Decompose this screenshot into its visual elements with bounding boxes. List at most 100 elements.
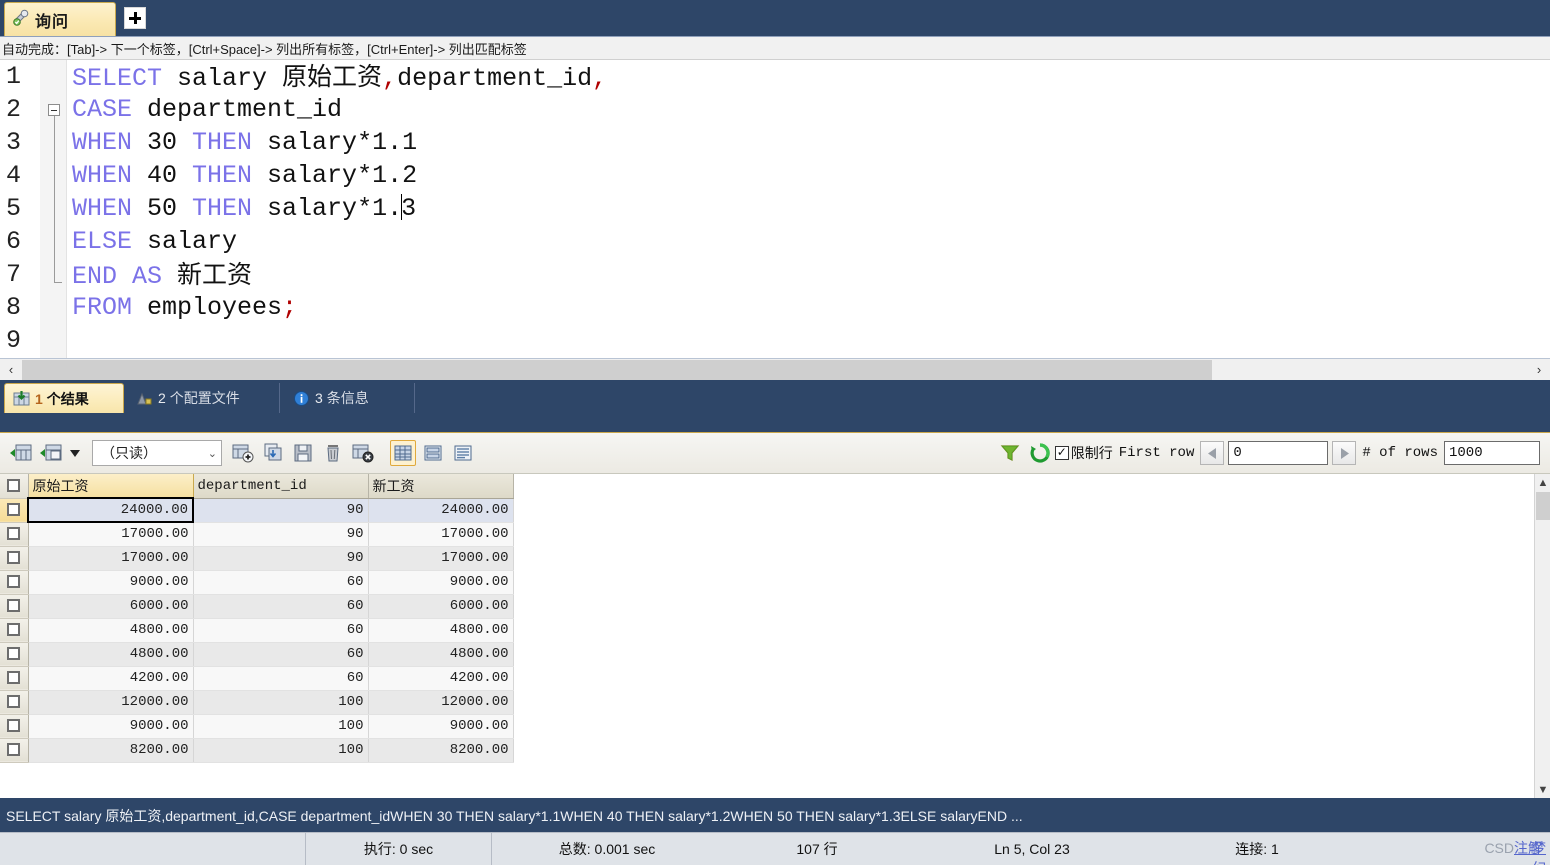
table-row[interactable]: 24000.00 90 24000.00 [0, 497, 514, 523]
table-cell[interactable]: 90 [193, 498, 369, 523]
row-checkbox[interactable] [7, 526, 21, 540]
table-cell[interactable]: 4800.00 [368, 618, 514, 643]
code-line[interactable]: CASE department_id [66, 93, 1550, 126]
grid-view-icon[interactable] [390, 440, 416, 466]
tab-query[interactable]: 询问 [4, 2, 116, 36]
code-line[interactable]: END AS 新工资 [66, 258, 1550, 291]
hscroll-thumb[interactable] [22, 359, 1212, 380]
code-line[interactable]: WHEN 30 THEN salary*1.1 [66, 126, 1550, 159]
table-cell[interactable]: 17000.00 [368, 522, 514, 547]
num-rows-input[interactable]: 1000 [1444, 441, 1540, 465]
table-cell[interactable]: 12000.00 [368, 690, 514, 715]
table-row[interactable]: 4800.00 60 4800.00 [0, 642, 514, 667]
table-cell[interactable]: 4800.00 [28, 642, 194, 667]
table-cell[interactable]: 90 [193, 522, 369, 547]
delete-row-icon[interactable] [320, 440, 346, 466]
save-changes-icon[interactable] [290, 440, 316, 466]
table-cell[interactable]: 60 [193, 618, 369, 643]
scroll-down-icon[interactable]: ▼ [1535, 781, 1550, 798]
next-page-button[interactable] [1332, 441, 1357, 465]
scroll-left-icon[interactable]: ‹ [0, 360, 22, 380]
table-cell[interactable]: 24000.00 [368, 498, 514, 523]
sql-editor[interactable]: 123456789 SELECT salary 原始工资,department_… [0, 60, 1550, 358]
row-checkbox[interactable] [7, 646, 21, 660]
code-folding-column[interactable] [40, 60, 67, 358]
code-line[interactable]: ELSE salary [66, 225, 1550, 258]
table-cell[interactable]: 9000.00 [368, 714, 514, 739]
scroll-up-icon[interactable]: ▲ [1535, 474, 1550, 491]
table-cell[interactable]: 60 [193, 666, 369, 691]
table-cell[interactable]: 6000.00 [28, 594, 194, 619]
export-dropdown-arrow[interactable] [68, 440, 82, 466]
row-select-cell[interactable] [0, 594, 29, 619]
row-select-cell[interactable] [0, 570, 29, 595]
row-select-cell[interactable] [0, 642, 29, 667]
table-row[interactable]: 12000.00 100 12000.00 [0, 690, 514, 715]
row-select-cell[interactable] [0, 546, 29, 571]
hscroll-track[interactable] [22, 359, 1528, 380]
table-cell[interactable]: 60 [193, 594, 369, 619]
table-cell[interactable]: 8200.00 [28, 738, 194, 763]
form-view-icon[interactable] [420, 440, 446, 466]
table-cell[interactable]: 4800.00 [368, 642, 514, 667]
vscroll-thumb[interactable] [1536, 492, 1550, 520]
table-cell[interactable]: 9000.00 [28, 714, 194, 739]
select-all-header[interactable] [0, 474, 29, 499]
table-row[interactable]: 9000.00 100 9000.00 [0, 714, 514, 739]
scroll-right-icon[interactable]: › [1528, 360, 1550, 380]
table-row[interactable]: 4800.00 60 4800.00 [0, 618, 514, 643]
row-checkbox[interactable] [7, 670, 21, 684]
row-select-cell[interactable] [0, 738, 29, 763]
copy-row-icon[interactable] [260, 440, 286, 466]
table-cell[interactable]: 60 [193, 570, 369, 595]
table-cell[interactable]: 17000.00 [368, 546, 514, 571]
row-checkbox[interactable] [7, 598, 21, 612]
grid-mode-select[interactable]: （只读） ⌄ [92, 440, 222, 466]
add-row-icon[interactable] [230, 440, 256, 466]
table-cell[interactable]: 12000.00 [28, 690, 194, 715]
refresh-icon[interactable] [1027, 440, 1053, 466]
table-row[interactable]: 8200.00 100 8200.00 [0, 738, 514, 763]
table-cell[interactable]: 6000.00 [368, 594, 514, 619]
code-line[interactable]: WHEN 40 THEN salary*1.2 [66, 159, 1550, 192]
editor-horizontal-scrollbar[interactable]: ‹ › [0, 358, 1550, 380]
table-cell[interactable]: 4200.00 [368, 666, 514, 691]
row-checkbox[interactable] [7, 502, 20, 516]
table-cell[interactable]: 100 [193, 690, 369, 715]
row-select-cell[interactable] [0, 618, 29, 643]
export-grid-icon[interactable] [38, 440, 64, 466]
result-grid[interactable]: 原始工资 department_id 新工资 24000.00 90 24000.00 17… [0, 474, 1550, 799]
row-checkbox[interactable] [7, 718, 21, 732]
limit-rows-checkbox[interactable]: ✓ [1054, 446, 1069, 460]
import-grid-icon[interactable] [8, 440, 34, 466]
column-header[interactable]: 新工资 [368, 474, 514, 499]
table-row[interactable]: 4200.00 60 4200.00 [0, 666, 514, 691]
table-cell[interactable]: 100 [193, 738, 369, 763]
row-select-cell[interactable] [0, 666, 29, 691]
table-row[interactable]: 6000.00 60 6000.00 [0, 594, 514, 619]
table-cell[interactable]: 4800.00 [28, 618, 194, 643]
row-checkbox[interactable] [7, 694, 21, 708]
code-line[interactable]: WHEN 50 THEN salary*1.3 [66, 192, 1550, 225]
table-cell[interactable]: 17000.00 [28, 522, 194, 547]
table-row[interactable]: 17000.00 90 17000.00 [0, 522, 514, 547]
row-checkbox[interactable] [7, 742, 21, 756]
select-all-checkbox[interactable] [7, 478, 21, 492]
table-cell[interactable]: 9000.00 [28, 570, 194, 595]
table-cell[interactable]: 24000.00 [27, 497, 194, 523]
row-checkbox[interactable] [7, 550, 21, 564]
filter-icon[interactable] [997, 440, 1023, 466]
row-select-cell[interactable] [0, 690, 29, 715]
code-line[interactable]: FROM employees; [66, 291, 1550, 324]
table-cell[interactable]: 9000.00 [368, 570, 514, 595]
row-checkbox[interactable] [7, 574, 21, 588]
first-row-input[interactable]: 0 [1228, 441, 1329, 465]
discard-changes-icon[interactable] [350, 440, 376, 466]
table-cell[interactable]: 100 [193, 714, 369, 739]
grid-vertical-scrollbar[interactable]: ▲ ▼ [1534, 474, 1550, 798]
tab-profiles[interactable]: 2 个配置文件 [128, 383, 280, 413]
tab-messages[interactable]: 3 条信息 [285, 383, 415, 413]
row-select-cell[interactable] [0, 498, 29, 523]
table-row[interactable]: 9000.00 60 9000.00 [0, 570, 514, 595]
row-checkbox[interactable] [7, 622, 21, 636]
